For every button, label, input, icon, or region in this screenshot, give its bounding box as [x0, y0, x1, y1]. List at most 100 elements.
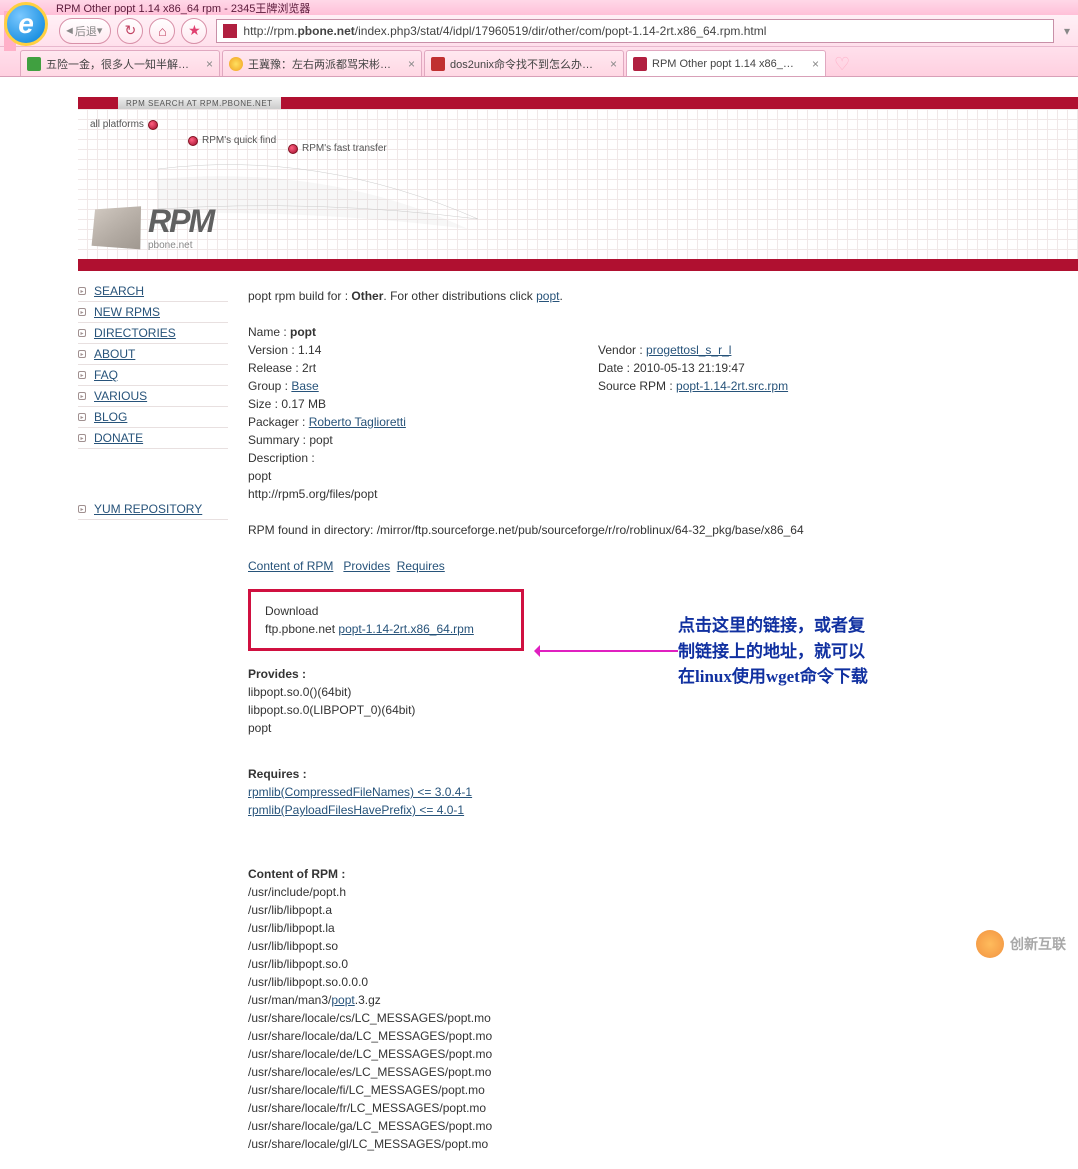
tab-label: 五险一金，很多人一知半解…: [46, 56, 202, 72]
summary-label: Summary : popt: [248, 431, 1058, 449]
header-link-all-platforms[interactable]: all platforms: [90, 119, 158, 130]
watermark-icon: [976, 930, 1004, 958]
provides-link[interactable]: Provides: [343, 559, 390, 573]
size-label: Size : 0.17 MB: [248, 395, 1058, 413]
list-item-link[interactable]: rpmlib(CompressedFileNames) <= 3.0.4-1: [248, 785, 472, 799]
description-label: Description :: [248, 449, 1058, 467]
intro-line: popt rpm build for : Other. For other di…: [248, 287, 1058, 305]
sidebar-nav: ▸SEARCH▸NEW RPMS▸DIRECTORIES▸ABOUT▸FAQ▸V…: [78, 271, 228, 1169]
section-links: Content of RPM Provides Requires: [248, 557, 1058, 575]
close-icon[interactable]: ×: [408, 57, 415, 71]
list-item-link[interactable]: rpmlib(PayloadFilesHavePrefix) <= 4.0-1: [248, 803, 464, 817]
srcrpm-link[interactable]: popt-1.14-2rt.src.rpm: [676, 379, 788, 393]
home-button[interactable]: ⌂: [149, 18, 175, 44]
sidebar-item-faq[interactable]: ▸ FAQ: [78, 365, 228, 386]
manpage-link[interactable]: popt: [331, 993, 354, 1007]
tab-4-active[interactable]: RPM Other popt 1.14 x86_… ×: [626, 50, 826, 76]
window-title: RPM Other popt 1.14 x86_64 rpm - 2345王牌浏…: [56, 0, 310, 16]
sidebar-link[interactable]: DIRECTORIES: [94, 326, 176, 340]
header-link-fast-transfer[interactable]: RPM's fast transfer: [288, 143, 387, 154]
list-item: /usr/share/locale/da/LC_MESSAGES/popt.mo: [248, 1027, 1058, 1045]
content-title: Content of RPM :: [248, 865, 1058, 883]
heart-icon[interactable]: ♡: [834, 54, 856, 76]
address-bar[interactable]: http://rpm.pbone.net/index.php3/stat/4/i…: [216, 19, 1054, 43]
group-link[interactable]: Base: [291, 379, 318, 393]
tab-label: RPM Other popt 1.14 x86_…: [652, 58, 808, 70]
description-text: popt: [248, 467, 1058, 485]
srcrpm-row: Source RPM : popt-1.14-2rt.src.rpm: [598, 377, 788, 395]
sidebar-item-new rpms[interactable]: ▸ NEW RPMS: [78, 302, 228, 323]
window-title-bar: RPM Other popt 1.14 x86_64 rpm - 2345王牌浏…: [0, 0, 1078, 15]
decor-bar: [78, 97, 118, 109]
back-button[interactable]: ◄ 后退 ▾: [59, 18, 111, 44]
url-dropdown-icon[interactable]: ▾: [1064, 24, 1070, 38]
browser-logo: [4, 2, 48, 46]
sidebar-link[interactable]: SEARCH: [94, 284, 144, 298]
requires-title: Requires :: [248, 765, 1058, 783]
close-icon[interactable]: ×: [206, 57, 213, 71]
bullet-icon: ▸: [78, 308, 86, 316]
content-link[interactable]: Content of RPM: [248, 559, 333, 573]
sidebar-link[interactable]: VARIOUS: [94, 389, 147, 403]
download-label: Download: [265, 602, 507, 620]
sidebar-item-donate[interactable]: ▸DONATE: [78, 428, 228, 449]
sidebar-link[interactable]: BLOG: [94, 410, 127, 424]
description-url: http://rpm5.org/files/popt: [248, 485, 1058, 503]
download-row: ftp.pbone.net popt-1.14-2rt.x86_64.rpm: [265, 620, 507, 638]
sidebar-item-about[interactable]: ▸ABOUT: [78, 344, 228, 365]
list-item: /usr/lib/libpopt.so.0: [248, 955, 1058, 973]
popt-link[interactable]: popt: [536, 289, 559, 303]
annotation-text: 点击这里的链接，或者复 制链接上的地址，就可以 在linux使用wget命令下载: [678, 613, 868, 690]
requires-list: rpmlib(CompressedFileNames) <= 3.0.4-1 rp…: [248, 783, 1058, 819]
red-dot-icon: [288, 144, 298, 154]
list-item: /usr/lib/libpopt.so.0.0.0: [248, 973, 1058, 991]
sidebar-link[interactable]: NEW RPMS: [94, 305, 160, 319]
bullet-icon: ▸: [78, 329, 86, 337]
close-icon[interactable]: ×: [812, 57, 819, 71]
sidebar-item-various[interactable]: ▸ VARIOUS: [78, 386, 228, 407]
sidebar-item-blog[interactable]: ▸BLOG: [78, 407, 228, 428]
download-box: Download ftp.pbone.net popt-1.14-2rt.x86…: [248, 589, 524, 651]
sidebar-item-search[interactable]: ▸SEARCH: [78, 281, 228, 302]
refresh-button[interactable]: ↻: [117, 18, 143, 44]
vendor-link[interactable]: progettosl_s_r_l: [646, 343, 731, 357]
sidebar-link[interactable]: ABOUT: [94, 347, 135, 361]
bullet-icon: ▸: [78, 371, 86, 379]
version-label: Version : 1.14: [248, 341, 598, 359]
sidebar-item-yum[interactable]: ▸ YUM REPOSITORY: [78, 499, 228, 520]
sidebar-link[interactable]: FAQ: [94, 368, 118, 382]
name-row: Name : popt: [248, 323, 1058, 341]
tab-label: dos2unix命令找不到怎么办…: [450, 56, 606, 72]
bullet-icon: ▸: [78, 505, 86, 513]
header-link-quick-find[interactable]: RPM's quick find: [188, 135, 276, 146]
tab-favicon: [431, 57, 445, 71]
browser-toolbar: ◄ 后退 ▾ ↻ ⌂ ★ http://rpm.pbone.net/index.…: [0, 15, 1078, 47]
favorites-button[interactable]: ★: [181, 18, 207, 44]
tab-3[interactable]: dos2unix命令找不到怎么办… ×: [424, 50, 624, 76]
rpm-logo[interactable]: RPM pbone.net: [90, 203, 213, 251]
list-item: /usr/lib/libpopt.la: [248, 919, 1058, 937]
sidebar-link[interactable]: DONATE: [94, 431, 143, 445]
list-item: /usr/share/locale/fr/LC_MESSAGES/popt.mo: [248, 1099, 1058, 1117]
group-row: Group : Base: [248, 377, 598, 395]
bullet-icon: ▸: [78, 392, 86, 400]
list-item: /usr/share/locale/cs/LC_MESSAGES/popt.mo: [248, 1009, 1058, 1027]
download-link[interactable]: popt-1.14-2rt.x86_64.rpm: [338, 622, 473, 636]
sidebar-item-directories[interactable]: ▸ DIRECTORIES: [78, 323, 228, 344]
tab-2[interactable]: 王冀豫：左右两派都骂宋彬… ×: [222, 50, 422, 76]
release-label: Release : 2rt: [248, 359, 598, 377]
close-icon[interactable]: ×: [610, 57, 617, 71]
packager-link[interactable]: Roberto Taglioretti: [309, 415, 406, 429]
sidebar-link[interactable]: YUM REPOSITORY: [94, 502, 202, 516]
home-icon: ⌂: [158, 23, 166, 39]
tab-1[interactable]: 五险一金，很多人一知半解… ×: [20, 50, 220, 76]
files-list: /usr/share/locale/cs/LC_MESSAGES/popt.mo…: [248, 1009, 1058, 1153]
requires-link[interactable]: Requires: [397, 559, 445, 573]
logo-text: RPM: [148, 203, 213, 240]
found-directory: RPM found in directory: /mirror/ftp.sour…: [248, 521, 1058, 539]
list-item: /usr/share/locale/fi/LC_MESSAGES/popt.mo: [248, 1081, 1058, 1099]
list-item: /usr/share/locale/de/LC_MESSAGES/popt.mo: [248, 1045, 1058, 1063]
decor-bar: [78, 259, 1078, 271]
logo-subtext: pbone.net: [148, 240, 213, 251]
tab-favicon: [633, 57, 647, 71]
